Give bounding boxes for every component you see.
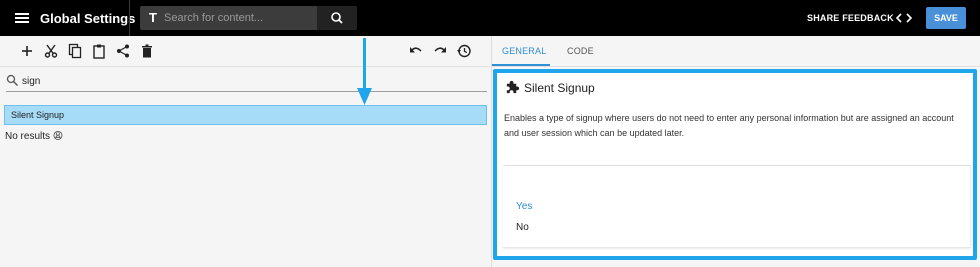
app-title: Global Settings xyxy=(40,11,136,26)
tab-code[interactable]: CODE xyxy=(567,46,594,56)
search-icon xyxy=(331,12,343,24)
share-icon[interactable] xyxy=(115,43,131,59)
redo-icon[interactable] xyxy=(432,43,448,59)
search-button[interactable] xyxy=(317,6,357,30)
delete-icon[interactable] xyxy=(139,43,155,59)
save-button[interactable]: SAVE xyxy=(926,7,966,29)
annotation-arrow-down xyxy=(357,38,372,105)
options-list xyxy=(503,166,971,248)
title-divider xyxy=(129,0,130,36)
undo-icon[interactable] xyxy=(408,43,424,59)
content-tree-panel: Silent Signup No results 😩 xyxy=(0,36,491,267)
add-icon[interactable] xyxy=(19,43,35,59)
tab-general[interactable]: GENERAL xyxy=(502,46,546,56)
puzzle-piece-icon xyxy=(506,80,520,94)
copy-icon[interactable] xyxy=(67,43,83,59)
paste-icon[interactable] xyxy=(91,43,107,59)
hamburger-menu-icon[interactable] xyxy=(12,8,32,28)
share-feedback-button[interactable]: SHARE FEEDBACK xyxy=(807,13,894,23)
toolbar-divider xyxy=(0,66,491,67)
setting-card: Silent Signup Enables a type of signup w… xyxy=(493,69,977,260)
setting-description: Enables a type of signup where users do … xyxy=(504,113,954,138)
global-search: T xyxy=(140,6,357,30)
code-view-toggle-icon[interactable] xyxy=(895,10,913,26)
top-app-bar: Global Settings T SHARE FEEDBACK SAVE xyxy=(0,0,980,36)
setting-title: Silent Signup xyxy=(524,81,595,95)
text-type-icon: T xyxy=(149,10,157,25)
search-icon xyxy=(6,74,18,86)
option-no[interactable]: No xyxy=(516,222,529,233)
properties-panel: GENERAL CODE Silent Signup Enables a typ… xyxy=(492,36,980,267)
list-item[interactable]: Silent Signup xyxy=(4,105,487,125)
tabs-divider xyxy=(492,66,980,67)
tree-filter-input[interactable] xyxy=(22,72,487,90)
filter-underline xyxy=(6,91,487,92)
cut-icon[interactable] xyxy=(43,43,59,59)
option-yes[interactable]: Yes xyxy=(516,201,532,212)
search-input[interactable] xyxy=(164,6,316,30)
no-results-message: No results 😩 xyxy=(5,131,64,142)
history-icon[interactable] xyxy=(456,43,472,59)
